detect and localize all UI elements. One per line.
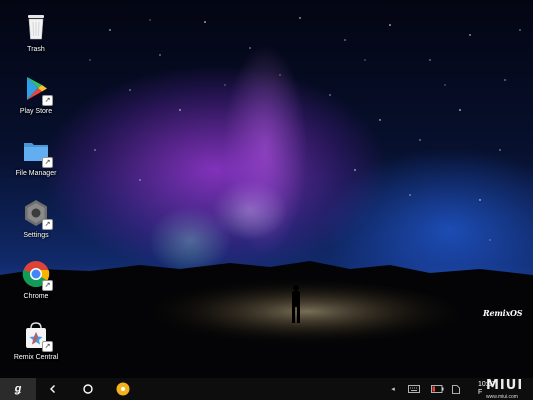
desktop-icon-play-store[interactable]: ↗ Play Store — [0, 74, 72, 134]
desktop-icon-chrome[interactable]: ↗ Chrome — [0, 259, 72, 319]
desktop-icon-label: Play Store — [19, 108, 53, 115]
battery-icon — [430, 385, 443, 393]
desktop-icon-settings[interactable]: ↗ Settings — [0, 198, 72, 258]
shortcut-arrow-icon: ↗ — [42, 341, 53, 352]
shortcut-arrow-icon: ↗ — [42, 157, 53, 168]
miui-watermark-url: www.miui.com — [486, 394, 518, 400]
taskbar: ǥ ◂ — [0, 378, 533, 400]
desktop-icon-trash[interactable]: Trash — [0, 12, 72, 72]
remix-logo-icon: ǥ — [14, 383, 22, 395]
shortcut-arrow-icon: ↗ — [42, 95, 53, 106]
taskbar-app-button[interactable] — [114, 378, 132, 400]
desktop-icon-label: Chrome — [23, 293, 49, 300]
back-arrow-icon — [50, 385, 55, 393]
keyboard-icon — [408, 385, 420, 393]
folder-icon: ↗ — [21, 136, 53, 168]
desktop-wallpaper — [0, 0, 533, 378]
mountain-silhouette — [0, 261, 533, 378]
starfield — [89, 17, 521, 241]
remixos-wallpaper-watermark: RemixOS — [483, 308, 523, 318]
home-button[interactable] — [79, 378, 97, 400]
desktop-icon-label: File Manager — [15, 170, 57, 177]
tray-expand-button[interactable]: ◂ — [388, 378, 398, 400]
desktop-icon-label: Trash — [27, 46, 45, 53]
chevron-left-icon: ◂ — [391, 386, 395, 393]
shortcut-arrow-icon: ↗ — [42, 280, 53, 291]
notification-tray-button[interactable] — [450, 378, 462, 400]
app-circle-icon — [116, 382, 130, 396]
trash-icon — [21, 12, 51, 42]
home-circle-icon — [83, 384, 93, 394]
desktop-icon-file-manager[interactable]: ↗ File Manager — [0, 136, 72, 196]
shortcut-arrow-icon: ↗ — [42, 219, 53, 230]
desktop-icon-label: Remix Central — [13, 354, 59, 361]
play-store-icon: ↗ — [21, 74, 53, 106]
remix-central-bag-icon: ↗ — [21, 320, 53, 352]
settings-hexagon-icon: ↗ — [21, 198, 53, 230]
keyboard-tray-button[interactable] — [404, 378, 424, 400]
battery-tray-button[interactable] — [428, 378, 446, 400]
notification-icon — [452, 384, 460, 394]
desktop-icon-remix-central[interactable]: ↗ Remix Central — [0, 320, 72, 380]
chrome-icon: ↗ — [21, 259, 53, 291]
start-menu-button[interactable]: ǥ — [0, 378, 36, 400]
back-button[interactable] — [44, 378, 62, 400]
desktop-icon-label: Settings — [23, 232, 49, 239]
miui-watermark: MIUI — [486, 378, 524, 393]
